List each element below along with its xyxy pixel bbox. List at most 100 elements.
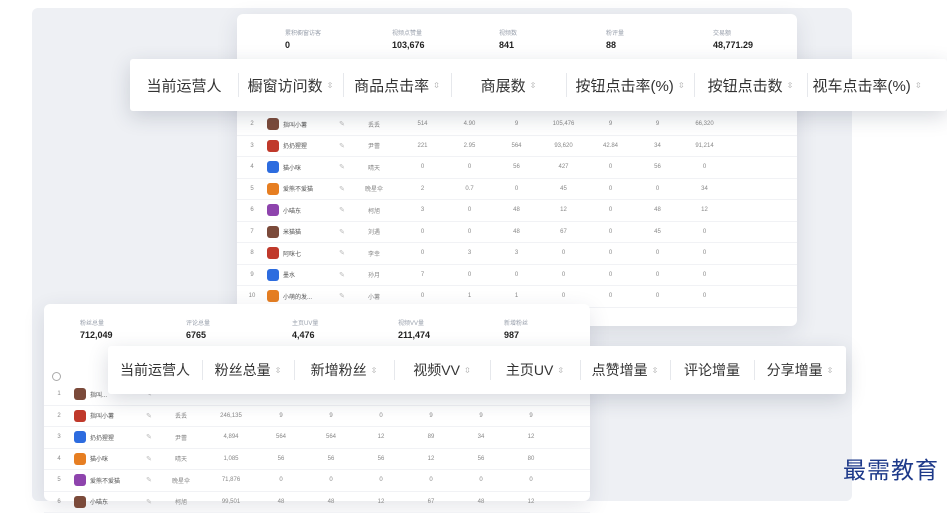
edit-icon[interactable]: ✎ (142, 498, 156, 506)
account-name[interactable]: 小萌的发... (283, 292, 335, 301)
column-header-label: 商品点击率 (354, 75, 429, 96)
table-row[interactable]: 5爱熊不爱猫✎晚星伞71,876000000 (44, 470, 590, 492)
edit-icon[interactable]: ✎ (335, 142, 349, 150)
table-cell: 2 (399, 186, 446, 192)
table-row[interactable]: 3扔扔猩猩✎尹蕾2212.9556493,62042.843491,214 (237, 136, 797, 158)
avatar (267, 140, 279, 152)
table-row[interactable]: 2指叫小薯✎丢丢246,135990999 (44, 406, 590, 428)
column-header[interactable]: 视车点击率(%)⇳ (807, 59, 927, 111)
account-name[interactable]: 墨水 (283, 270, 335, 279)
edit-icon[interactable]: ✎ (335, 163, 349, 171)
table-row[interactable]: 6小喵东✎柯旭99,501484812674812 (44, 492, 590, 513)
column-header[interactable]: 商品点击率 ⇳ (343, 59, 451, 111)
table-cell: 0 (634, 186, 681, 192)
sort-icon[interactable]: ⇳ (787, 81, 794, 90)
column-header[interactable]: 商展数⇳ (451, 59, 566, 111)
row-index: 6 (237, 207, 267, 213)
sort-icon[interactable]: ⇳ (827, 366, 834, 375)
column-header[interactable]: 评论增量 (670, 346, 754, 394)
account-name[interactable]: 扔扔猩猩 (283, 141, 335, 150)
table-cell: 0 (634, 293, 681, 299)
edit-icon[interactable]: ✎ (142, 455, 156, 463)
edit-icon[interactable]: ✎ (335, 228, 349, 236)
table-row[interactable]: 4猫小咪✎晴天1,085565656125680 (44, 449, 590, 471)
bottom-data-table: 1指叫...✎2指叫小薯✎丢丢246,1359909993扔扔猩猩✎尹蕾4,89… (44, 384, 590, 513)
column-header[interactable]: 橱窗访问数⇳ (238, 59, 343, 111)
account-name[interactable]: 小喵东 (283, 206, 335, 215)
operator-name: 晚星伞 (156, 476, 206, 485)
table-row[interactable]: 5爱熊不爱猫✎晚星伞20.70450034 (237, 179, 797, 201)
edit-icon[interactable]: ✎ (335, 292, 349, 300)
table-row[interactable]: 8阿咪七✎李幸0330000 (237, 243, 797, 265)
sort-icon[interactable]: ⇳ (652, 366, 659, 375)
table-row[interactable]: 7米猫猫✎刘遇0048670450 (237, 222, 797, 244)
select-all-icon[interactable] (52, 372, 61, 381)
sort-icon[interactable]: ⇳ (371, 366, 378, 375)
column-header[interactable]: 按钮点击数⇳ (694, 59, 807, 111)
table-cell: 9 (587, 121, 634, 127)
column-header[interactable]: 视频VV⇳ (394, 346, 490, 394)
account-name[interactable]: 小喵东 (90, 497, 142, 506)
edit-icon[interactable]: ✎ (142, 412, 156, 420)
table-cell: 0 (456, 477, 506, 483)
stat-value: 841 (499, 39, 606, 51)
sort-icon[interactable]: ⇳ (557, 366, 564, 375)
account-name[interactable]: 指叫小薯 (90, 411, 142, 420)
account-name[interactable]: 指叫小薯 (283, 120, 335, 129)
account-name[interactable]: 爱熊不爱猫 (90, 476, 142, 485)
account-name[interactable]: 米猫猫 (283, 227, 335, 236)
edit-icon[interactable]: ✎ (335, 249, 349, 257)
table-row[interactable]: 3扔扔猩猩✎尹蕾4,89456456412893412 (44, 427, 590, 449)
table-cell: 9 (406, 413, 456, 419)
table-cell: 0 (681, 229, 728, 235)
table-cell: 56 (634, 164, 681, 170)
column-header[interactable]: 点赞增量⇳ (580, 346, 670, 394)
table-cell: 12 (506, 499, 556, 505)
account-name[interactable]: 扔扔猩猩 (90, 433, 142, 442)
stat-label: 新增粉丝 (504, 320, 610, 329)
sort-icon[interactable]: ⇳ (275, 366, 282, 375)
column-header[interactable]: 主页UV⇳ (490, 346, 580, 394)
table-cell: 56 (493, 164, 540, 170)
edit-icon[interactable]: ✎ (335, 120, 349, 128)
account-name[interactable]: 阿咪七 (283, 249, 335, 258)
sort-icon[interactable]: ⇳ (915, 81, 922, 90)
table-cell: 1 (446, 293, 493, 299)
stat-item: 视频VV量211,474 (398, 320, 504, 341)
table-cell: 0 (540, 250, 587, 256)
edit-icon[interactable]: ✎ (335, 271, 349, 279)
edit-icon[interactable]: ✎ (142, 433, 156, 441)
edit-icon[interactable]: ✎ (335, 206, 349, 214)
table-cell: 0 (399, 229, 446, 235)
column-header[interactable]: 分享增量⇳ (754, 346, 846, 394)
edit-icon[interactable]: ✎ (335, 185, 349, 193)
table-row[interactable]: 4猫小咪✎晴天00564270560 (237, 157, 797, 179)
column-header[interactable]: 新增粉丝⇳ (294, 346, 394, 394)
edit-icon[interactable]: ✎ (142, 476, 156, 484)
table-row[interactable]: 6小喵东✎柯旭30481204812 (237, 200, 797, 222)
table-cell: 0 (587, 250, 634, 256)
account-name[interactable]: 猫小咪 (90, 454, 142, 463)
sort-icon[interactable]: ⇳ (433, 81, 440, 90)
account-name[interactable]: 猫小咪 (283, 163, 335, 172)
column-header[interactable]: 当前运营人 (108, 346, 202, 394)
table-cell: 45 (540, 186, 587, 192)
sort-icon[interactable]: ⇳ (327, 81, 334, 90)
table-row[interactable]: 9墨水✎孙月7000000 (237, 265, 797, 287)
column-header[interactable]: 当前运营人 (130, 59, 238, 111)
table-cell: 2.95 (446, 143, 493, 149)
column-header[interactable]: 按钮点击率(%)⇳ (566, 59, 694, 111)
operator-name: 晴天 (349, 163, 399, 172)
table-cell: 80 (506, 456, 556, 462)
sort-icon[interactable]: ⇳ (530, 81, 537, 90)
stat-label: 视频数 (499, 30, 606, 39)
sort-icon[interactable]: ⇳ (678, 81, 685, 90)
table-cell: 56 (356, 456, 406, 462)
account-name[interactable]: 爱熊不爱猫 (283, 184, 335, 193)
sort-icon[interactable]: ⇳ (464, 366, 471, 375)
table-cell: 91,214 (681, 143, 728, 149)
operator-name: 柯旭 (156, 497, 206, 506)
table-row[interactable]: 2指叫小薯✎丢丢5144.909105,4769966,320 (237, 114, 797, 136)
table-cell: 89 (406, 434, 456, 440)
column-header[interactable]: 粉丝总量⇳ (202, 346, 294, 394)
